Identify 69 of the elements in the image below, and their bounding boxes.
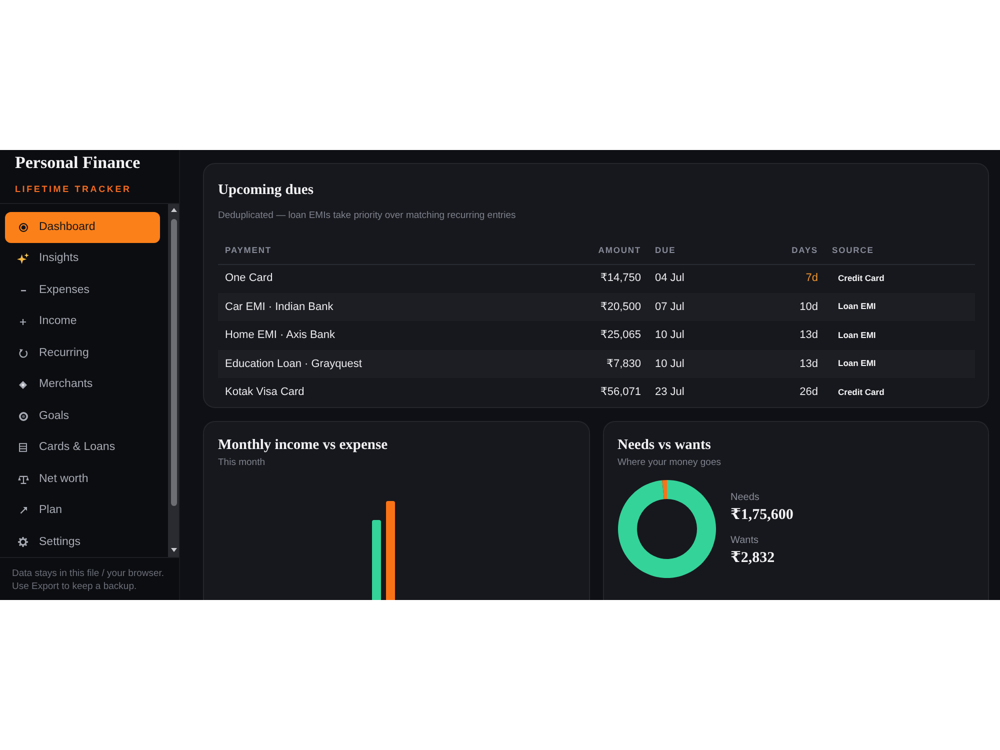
due-date-cell: 04 Jul [648,264,758,292]
sparkle-icon [17,253,29,264]
app-tagline: LIFETIME TRACKER [15,183,132,195]
scrollbar-thumb[interactable] [170,219,176,506]
days-left-cell: 26d [758,378,825,406]
source-cell: Loan EMI [825,350,975,378]
diamond-icon [19,380,27,389]
scroll-up-arrow-icon[interactable] [170,208,176,212]
nav-item[interactable]: Insights [5,244,160,274]
nav-item[interactable]: Cards & Loans [5,432,160,463]
nav-item[interactable]: Settings [5,527,160,557]
card-subtitle: This month [218,456,265,469]
card-title: Needs vs wants [618,436,711,454]
days-left-cell: 7d [758,264,825,292]
list-box-icon [19,443,27,452]
nav-item[interactable]: Plan [5,496,160,526]
column-header: PAYMENT [218,237,590,264]
nav-item[interactable]: Goals [5,401,160,432]
payment-cell: Car EMI · Indian Bank [218,292,590,321]
due-date-cell: 07 Jul [648,292,758,321]
minus-icon [20,290,26,291]
card-title: Upcoming dues [218,181,314,199]
column-header: AMOUNT [590,237,648,264]
card-title: Monthly income vs expense [218,436,388,454]
storage-note: Data stays in this file / your browser. Use Export to keep a backup. [12,567,166,593]
due-date-cell: 10 Jul [648,350,758,378]
amount-cell: ₹25,065 [590,321,648,350]
scrollbar-track[interactable] [168,204,179,557]
nav-item[interactable]: Recurring [5,338,160,368]
nav-item[interactable]: Dashboard [5,212,160,242]
source-cell: Loan EMI [825,292,975,321]
scroll-down-arrow-icon[interactable] [170,548,176,552]
legend-label: Wants [730,534,758,546]
source-cell: Loan EMI [825,321,975,350]
card-subtitle: Where your money goes [618,456,721,469]
nav-item[interactable]: Net worth [5,464,160,494]
nav-item[interactable]: Expenses [5,275,160,306]
settings-icon [18,537,28,548]
circular-arrow-icon [18,348,28,358]
bullseye-icon [18,222,28,232]
amount-cell: ₹7,830 [590,350,648,378]
payment-cell: Education Loan · Grayquest [218,350,590,378]
nav-item[interactable]: Income [5,306,160,337]
plus-icon [20,318,26,325]
amount-cell: ₹14,750 [590,264,648,292]
legend-value: ₹1,75,600 [730,506,794,524]
payment-cell: Kotak Visa Card [218,378,590,406]
source-cell: Credit Card [825,264,975,292]
legend-value: ₹2,832 [730,548,775,568]
amount-cell: ₹56,071 [590,378,648,406]
amount-cell: ₹20,500 [590,292,648,321]
days-left-cell: 13d [758,321,825,350]
column-header: SOURCE [825,237,975,264]
due-date-cell: 10 Jul [648,321,758,350]
due-date-cell: 23 Jul [648,378,758,406]
payment-cell: One Card [218,264,590,292]
source-cell: Credit Card [825,378,975,406]
diagonal-arrow-icon [20,507,26,514]
app-title: Personal Finance [15,153,140,173]
ring-icon [18,412,28,421]
card-subtitle: Deduplicated — loan EMIs take priority over matching recurring entries [218,209,516,222]
column-header: DAYS [758,237,825,264]
days-left-cell: 10d [758,292,825,321]
nav-item[interactable]: Merchants [5,370,160,400]
scales-icon [18,474,28,484]
legend-label: Needs [730,490,760,504]
days-left-cell: 13d [758,350,825,378]
payment-cell: Home EMI · Axis Bank [218,321,590,350]
column-header: DUE [648,237,758,264]
